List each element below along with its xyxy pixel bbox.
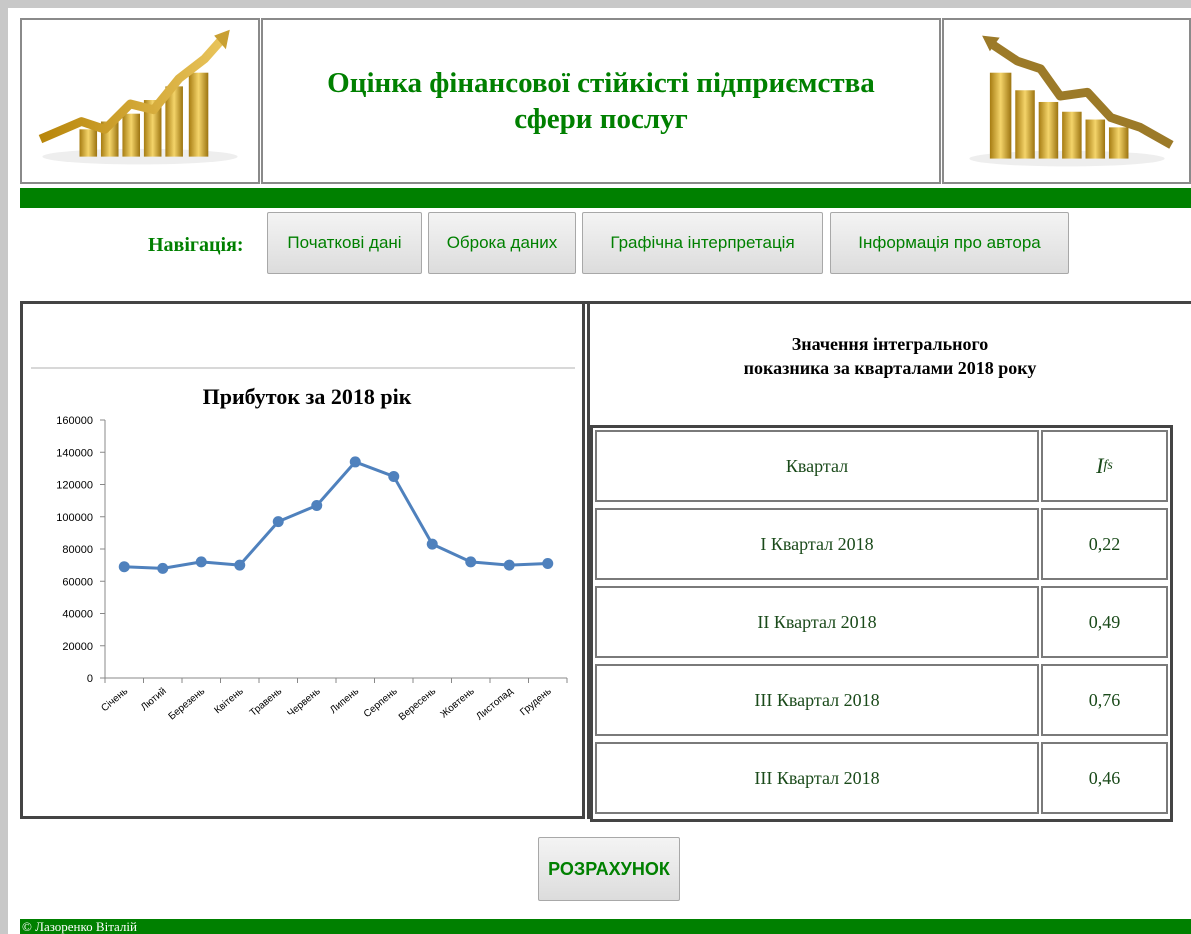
- table-row: II Квартал 2018 0,49: [593, 584, 1170, 662]
- data-point: [272, 516, 284, 528]
- integral-indicator-table: Квартал Ifs I Квартал 2018 0,22 II Кварт…: [590, 425, 1173, 822]
- navigation: Навігація: Початкові дані Оброка даних Г…: [20, 212, 1191, 278]
- x-tick-label: Липень: [328, 686, 361, 716]
- table-heading-line-1: Значення інтегрального: [791, 334, 989, 354]
- x-tick-label: Листопад: [474, 686, 515, 723]
- data-point: [542, 558, 554, 570]
- data-point: [349, 456, 361, 468]
- x-tick-label: Січень: [99, 686, 130, 714]
- data-point: [157, 562, 169, 574]
- x-tick-label: Жовтень: [439, 686, 477, 720]
- value-cell: 0,46: [1041, 742, 1168, 814]
- x-axis: Січень ЛютийБерезень Квітень Травень Червень…: [99, 677, 568, 723]
- x-tick-label: Лютий: [139, 686, 169, 713]
- table-panel: Значення інтегрального показника за квар…: [587, 304, 1191, 822]
- main-content: Прибуток за 2018 рік 0 20000 40000 60000 800…: [20, 301, 1191, 822]
- data-point: [195, 556, 207, 568]
- value-cell: 0,22: [1041, 508, 1168, 580]
- x-tick-label: Грудень: [518, 686, 553, 718]
- y-tick-label: 0: [87, 673, 93, 685]
- value-cell: 0,76: [1041, 664, 1168, 736]
- title-line-2: сфери послуг: [514, 103, 688, 135]
- header-green-bar: [20, 188, 1191, 208]
- nav-graphic-interpretation-button[interactable]: Графічна інтерпретація: [582, 212, 823, 274]
- profit-chart: Прибуток за 2018 рік 0 20000 40000 60000 800…: [56, 384, 568, 723]
- quarter-cell: III Квартал 2018: [595, 742, 1039, 814]
- nav-author-info-button[interactable]: Інформація про автора: [830, 212, 1069, 274]
- nav-initial-data-button[interactable]: Початкові дані: [267, 212, 422, 274]
- header-title-cell: Оцінка фінансової стійкісті підприємства…: [261, 18, 941, 184]
- data-point: [503, 559, 515, 571]
- header: Оцінка фінансової стійкісті підприємства…: [20, 18, 1191, 188]
- table-row: I Квартал 2018 0,22: [593, 506, 1170, 584]
- ifs-sub: fs: [1103, 458, 1113, 473]
- data-point: [388, 470, 400, 482]
- y-tick-label: 100000: [56, 512, 93, 524]
- quarter-cell: II Квартал 2018: [595, 586, 1039, 658]
- x-tick-label: Серпень: [362, 686, 400, 720]
- data-point: [465, 556, 477, 568]
- quarter-cell: I Квартал 2018: [595, 508, 1039, 580]
- ifs-main: I: [1096, 453, 1104, 478]
- data-point: [426, 538, 438, 550]
- chart-title: Прибуток за 2018 рік: [203, 384, 412, 409]
- data-point: [118, 561, 130, 573]
- header-logo-right: [942, 18, 1191, 184]
- data-point: [311, 499, 323, 511]
- coins-growth-icon: [38, 29, 238, 165]
- y-tick-label: 80000: [62, 544, 93, 556]
- page: Оцінка фінансової стійкісті підприємства…: [8, 8, 1191, 934]
- table-header-row: Квартал Ifs: [593, 428, 1170, 506]
- x-tick-label: Червень: [286, 686, 323, 720]
- x-tick-label: Вересень: [397, 686, 438, 723]
- page-title: Оцінка фінансової стійкісті підприємства…: [327, 65, 875, 137]
- series-line: [124, 460, 548, 570]
- table-row: III Квартал 2018 0,76: [593, 662, 1170, 740]
- header-quarter: Квартал: [595, 430, 1039, 502]
- footer: © Лазоренко Віталій: [20, 919, 1191, 934]
- y-tick-label: 140000: [56, 447, 93, 459]
- header-logo-left: [20, 18, 260, 184]
- x-tick-label: Квітень: [212, 686, 245, 716]
- chart-panel: Прибуток за 2018 рік 0 20000 40000 60000 800…: [20, 304, 585, 819]
- x-tick-label: Травень: [248, 686, 284, 719]
- y-tick-label: 60000: [62, 576, 93, 588]
- coins-decline-icon: [969, 35, 1174, 167]
- chart-frame-line: [31, 367, 575, 369]
- nav-label: Навігація:: [148, 234, 244, 256]
- data-point: [234, 559, 246, 571]
- title-line-1: Оцінка фінансової стійкісті підприємства: [327, 67, 875, 99]
- calculate-button[interactable]: РОЗРАХУНОК: [538, 837, 680, 901]
- y-tick-label: 160000: [56, 415, 93, 427]
- y-tick-label: 20000: [62, 641, 93, 653]
- quarter-cell: III Квартал 2018: [595, 664, 1039, 736]
- table-heading: Значення інтегрального показника за квар…: [590, 332, 1190, 380]
- y-tick-label: 120000: [56, 480, 93, 492]
- header-ifs: Ifs: [1041, 430, 1168, 502]
- series-profit: [118, 456, 554, 574]
- table-row: III Квартал 2018 0,46: [593, 740, 1170, 818]
- x-tick-label: Березень: [167, 686, 208, 723]
- value-cell: 0,49: [1041, 586, 1168, 658]
- y-axis: 0 20000 40000 60000 80000 100000 120000 140000 1…: [56, 415, 106, 685]
- y-tick-label: 40000: [62, 609, 93, 621]
- nav-data-processing-button[interactable]: Оброка даних: [428, 212, 576, 274]
- table-heading-line-2: показника за кварталами 2018 року: [743, 358, 1037, 378]
